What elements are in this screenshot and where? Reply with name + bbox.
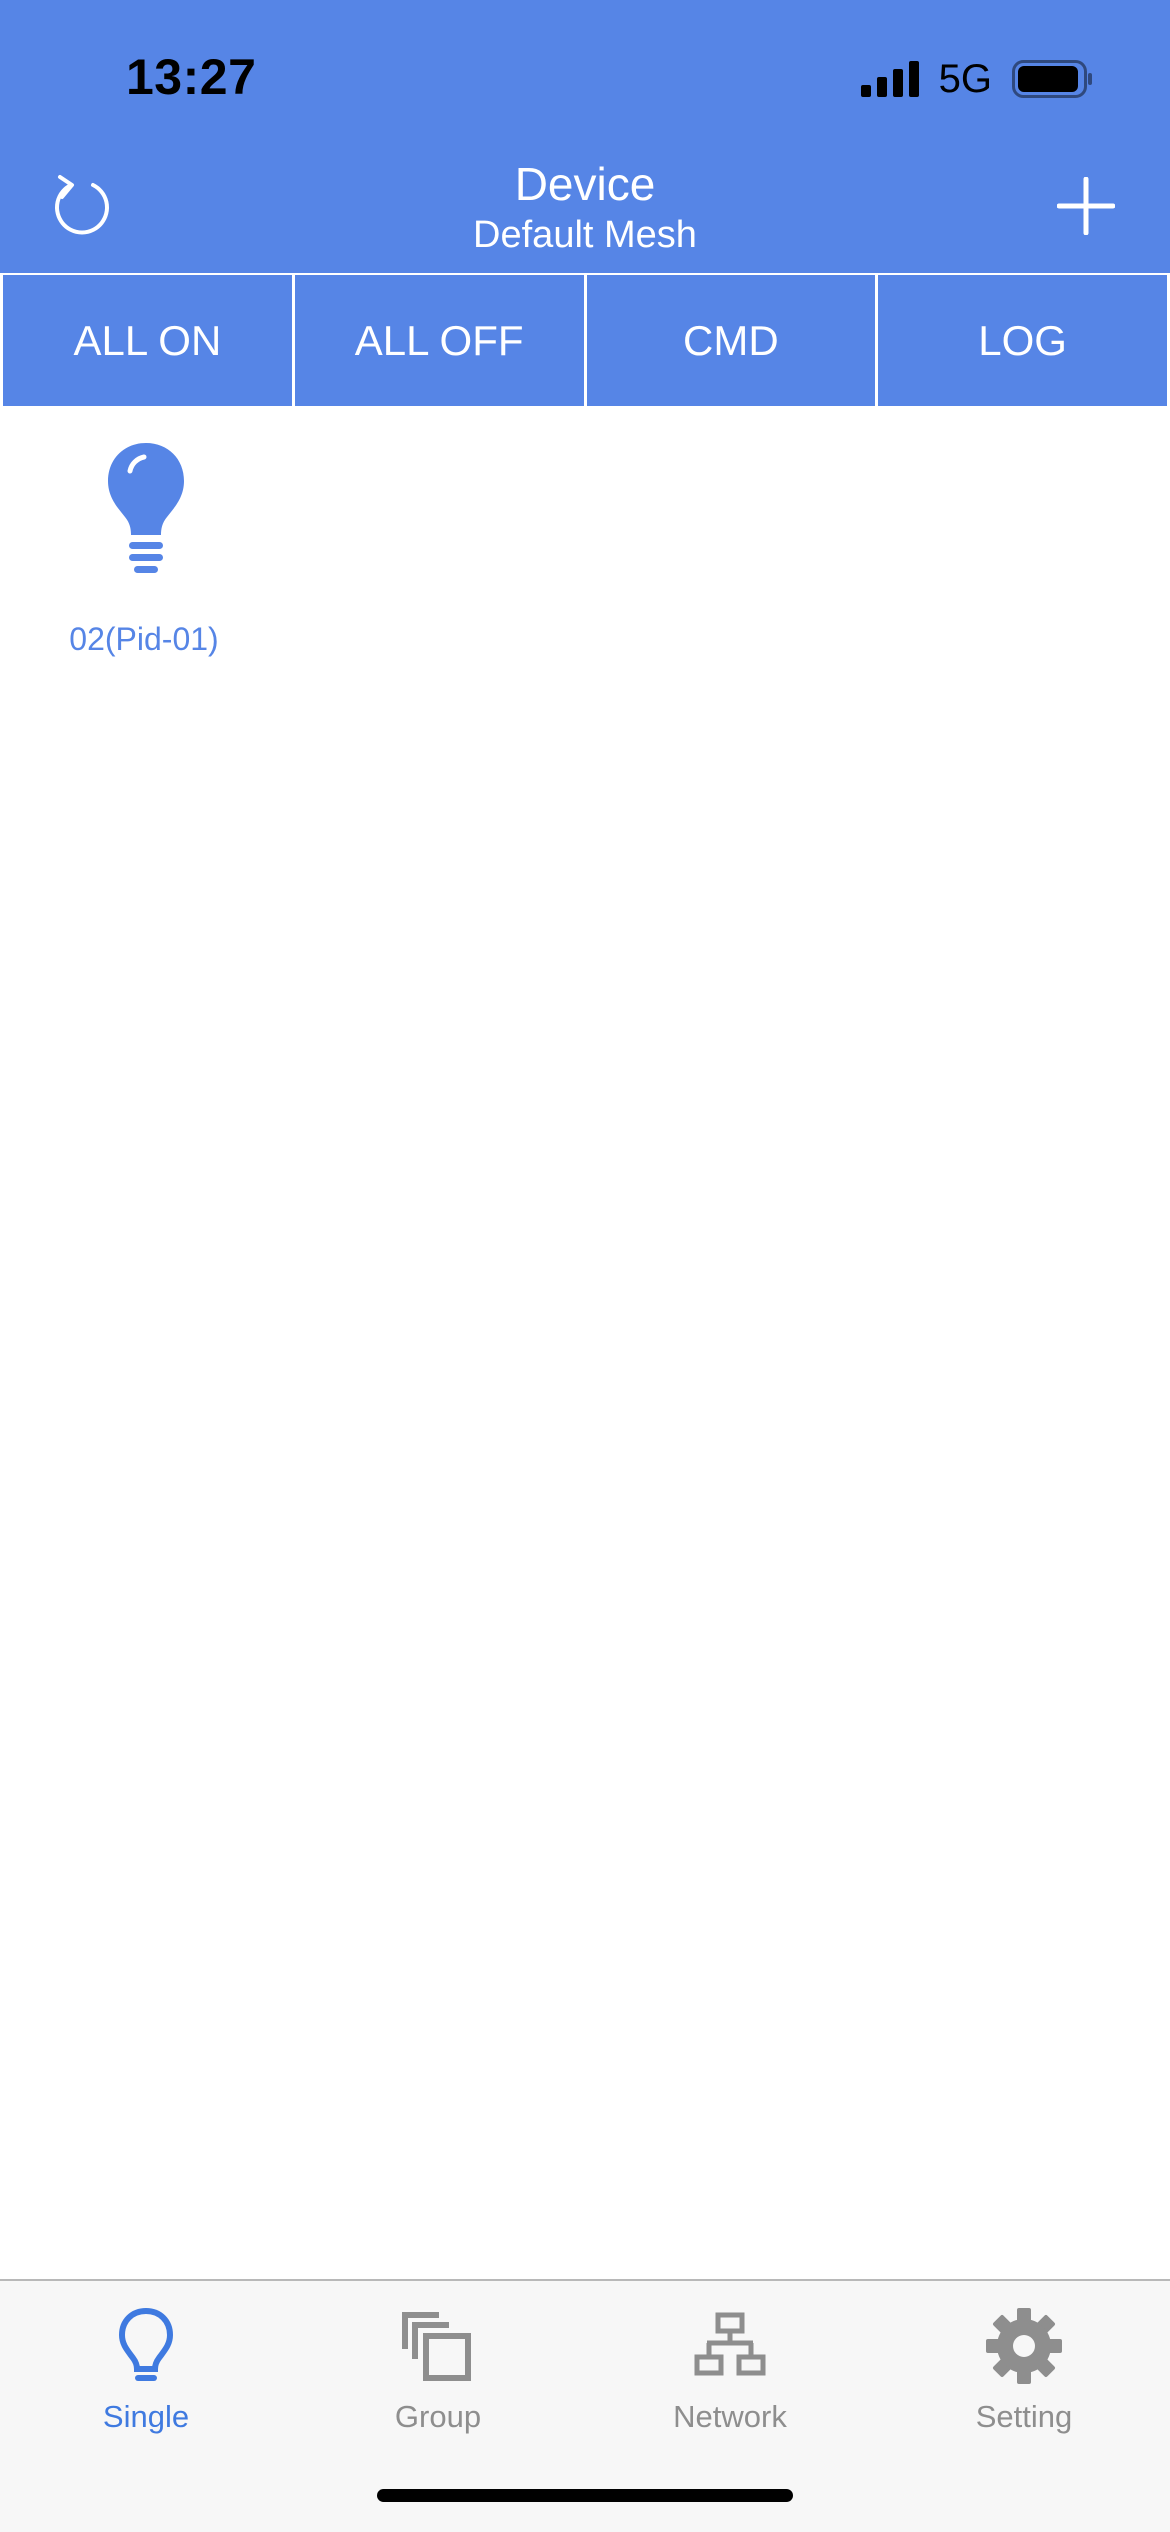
device-label: 02(Pid-01) — [69, 621, 219, 657]
lightbulb-icon — [108, 443, 184, 573]
add-device-button[interactable] — [1046, 166, 1126, 246]
tab-single[interactable]: Single — [46, 2301, 246, 2441]
tab-setting[interactable]: Setting — [924, 2301, 1124, 2441]
page-title: Device — [514, 158, 656, 210]
plus-icon — [1057, 177, 1115, 235]
tab-label: Single — [102, 2399, 190, 2434]
cmd-button[interactable]: CMD — [586, 273, 879, 409]
device-screen: 13:27 5G Device Default Mesh ALL ON ALL … — [0, 0, 1170, 2532]
all-off-button[interactable]: ALL OFF — [294, 273, 587, 409]
mesh-name: Default Mesh — [473, 214, 697, 256]
lightbulb-icon — [118, 2307, 174, 2381]
tab-label: Group — [394, 2399, 482, 2434]
network-icon — [694, 2312, 766, 2376]
header: 13:27 5G Device Default Mesh — [0, 0, 1170, 273]
cellular-signal-icon — [860, 61, 919, 97]
refresh-button[interactable] — [44, 160, 118, 244]
device-item[interactable]: 02(Pid-01) — [44, 441, 244, 657]
network-type: 5G — [938, 56, 992, 101]
tab-label: Network — [673, 2399, 787, 2434]
tab-group[interactable]: Group — [338, 2301, 538, 2441]
battery-icon — [1012, 60, 1092, 98]
gear-icon — [986, 2308, 1062, 2384]
tab-label: Setting — [975, 2399, 1073, 2434]
refresh-icon — [55, 175, 109, 235]
status-indicators: 5G — [860, 54, 1094, 104]
tab-network[interactable]: Network — [630, 2301, 830, 2441]
nav-title-block: Device Default Mesh — [285, 156, 885, 258]
log-button[interactable]: LOG — [878, 273, 1170, 409]
home-indicator[interactable] — [377, 2489, 793, 2502]
action-bar: ALL ON ALL OFF CMD LOG — [0, 273, 1170, 409]
status-time: 13:27 — [126, 49, 257, 105]
group-icon — [402, 2312, 471, 2381]
all-on-button[interactable]: ALL ON — [0, 273, 295, 409]
tab-bar: Single Group Network Setting — [0, 2279, 1170, 2532]
